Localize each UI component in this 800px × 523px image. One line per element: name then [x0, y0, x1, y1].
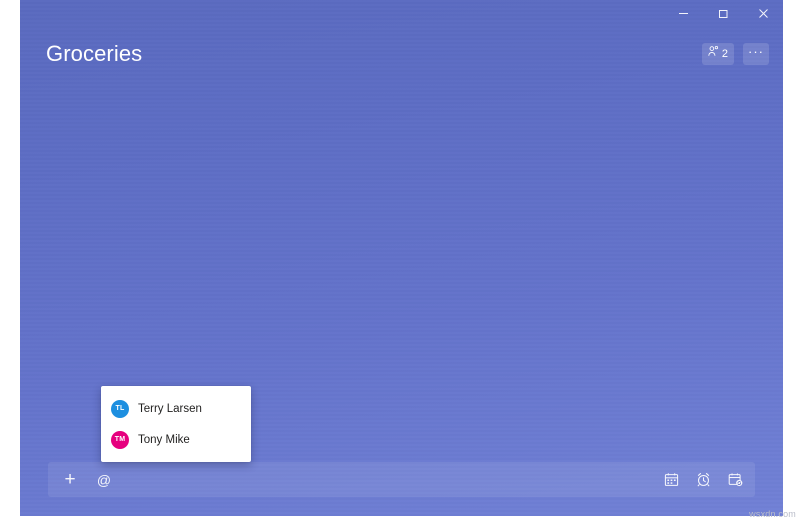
list-item[interactable]: TM Tony Mike	[101, 424, 251, 455]
share-count-label: 2	[721, 47, 728, 60]
maximize-button[interactable]	[703, 0, 743, 26]
list-item[interactable]: TL Terry Larsen	[101, 393, 251, 424]
task-composer-toolbar[interactable]: + @	[48, 462, 755, 497]
more-horizontal-icon: ···	[748, 44, 764, 59]
composer-right-tools	[661, 470, 745, 490]
watermark: wsxdn.com	[749, 509, 796, 519]
more-options-button[interactable]: ···	[743, 43, 769, 65]
page-title: Groceries	[46, 41, 143, 66]
reminder-alarm-icon[interactable]	[693, 470, 713, 490]
mention-suggestion-popup: TL Terry Larsen TM Tony Mike	[101, 386, 251, 462]
avatar: TM	[111, 430, 129, 449]
close-button[interactable]	[743, 0, 783, 26]
minimize-button[interactable]	[663, 0, 703, 26]
person-add-icon	[707, 45, 720, 63]
avatar: TL	[111, 399, 129, 418]
composer-left-tools: + @	[60, 470, 114, 490]
add-task-icon[interactable]: +	[60, 470, 80, 490]
app-window: Groceries 2 ··· TL Terry Larsen TM Tony …	[20, 0, 783, 516]
contact-name: Terry Larsen	[138, 402, 202, 415]
title-bar	[20, 0, 783, 26]
contact-name: Tony Mike	[138, 433, 190, 446]
list-header: Groceries 2 ···	[20, 26, 783, 82]
mention-icon[interactable]: @	[94, 470, 114, 490]
repeat-calendar-icon[interactable]	[725, 470, 745, 490]
due-date-calendar-icon[interactable]	[661, 470, 681, 490]
header-actions: 2 ···	[701, 43, 769, 65]
share-list-button[interactable]: 2	[701, 43, 734, 65]
